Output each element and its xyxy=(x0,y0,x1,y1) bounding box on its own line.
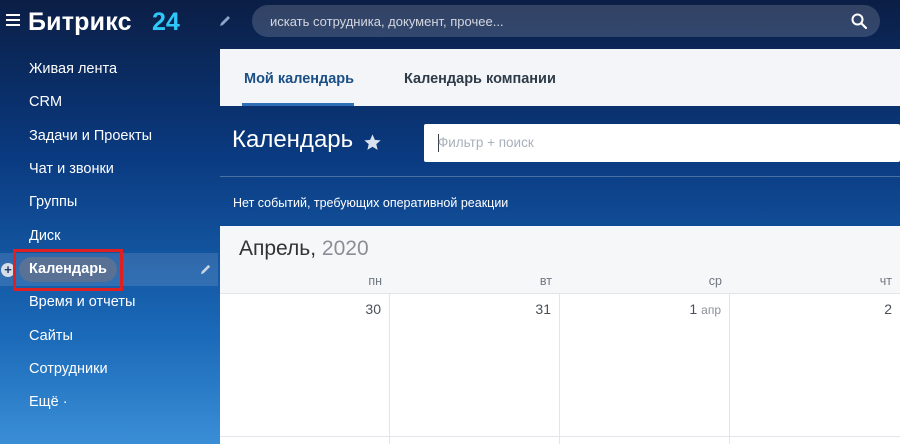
day-cell[interactable]: 30 xyxy=(220,294,390,444)
divider xyxy=(220,176,900,177)
tab-my-calendar[interactable]: Мой календарь xyxy=(244,71,354,87)
month-label: Апрель, 2020 xyxy=(239,237,369,261)
row-divider xyxy=(220,436,900,437)
search-input[interactable]: искать сотрудника, документ, прочее... xyxy=(252,5,880,37)
logo-text[interactable]: Битрикс xyxy=(28,8,132,37)
menu-icon[interactable] xyxy=(6,14,20,26)
active-tab-underline xyxy=(242,103,354,106)
sidebar-item-label: Чат и звонки xyxy=(29,161,114,177)
weekday-label: вт xyxy=(539,274,552,288)
sidebar-item-label: Ещё · xyxy=(29,394,68,410)
star-icon[interactable] xyxy=(363,133,382,152)
month-name: Апрель, xyxy=(239,237,317,260)
sidebar-item-chat[interactable]: Чат и звонки xyxy=(0,153,218,186)
weekday-header: пн вт ср чт xyxy=(220,266,900,294)
filter-search-input[interactable]: Фильтр + поиск xyxy=(424,124,900,162)
day-number: 2 xyxy=(884,301,892,317)
day-number: 30 xyxy=(365,301,381,317)
day-cell[interactable]: 1 апр xyxy=(560,294,730,444)
weekday-label: ср xyxy=(708,274,722,288)
day-cell[interactable]: 31 xyxy=(390,294,560,444)
page-title: Календарь xyxy=(232,126,354,153)
search-icon[interactable] xyxy=(850,12,868,30)
sidebar-item-label: CRM xyxy=(29,94,63,110)
tab-company-calendar[interactable]: Календарь компании xyxy=(404,71,556,87)
logo-number[interactable]: 24 xyxy=(152,8,180,37)
calendar-grid: Апрель, 2020 пн вт ср чт 30 31 1 апр 2 xyxy=(220,226,900,444)
no-events-message: Нет событий, требующих оперативной реакц… xyxy=(233,196,509,210)
day-month: апр xyxy=(701,303,721,317)
day-number: 1 апр xyxy=(689,301,721,317)
sidebar-item-label: Группы xyxy=(29,194,78,210)
sidebar-item-label: Задачи и Проекты xyxy=(29,128,153,144)
highlight-box xyxy=(13,249,123,291)
day-cell[interactable]: 2 xyxy=(730,294,900,444)
sidebar: Живая лента CRM Задачи и Проекты Чат и з… xyxy=(0,46,220,444)
search-placeholder: искать сотрудника, документ, прочее... xyxy=(270,14,504,29)
sidebar-item-groups[interactable]: Группы xyxy=(0,186,218,219)
day-number: 31 xyxy=(535,301,551,317)
sidebar-item-more[interactable]: Ещё · xyxy=(0,386,218,419)
weekday-label: чт xyxy=(879,274,892,288)
sidebar-item-label: Живая лента xyxy=(29,61,118,77)
pencil-icon[interactable] xyxy=(199,263,212,276)
sidebar-item-tasks[interactable]: Задачи и Проекты xyxy=(0,120,218,153)
calendar-tabs: Мой календарь Календарь компании xyxy=(220,49,900,106)
month-year: 2020 xyxy=(321,237,369,260)
sidebar-item-label: Время и отчеты xyxy=(29,294,136,310)
top-bar: Битрикс 24 искать сотрудника, документ, … xyxy=(0,0,900,46)
sidebar-item-employees[interactable]: Сотрудники xyxy=(0,353,218,386)
sidebar-item-crm[interactable]: CRM xyxy=(0,86,218,119)
sidebar-item-sites[interactable]: Сайты xyxy=(0,320,218,353)
filter-placeholder: Фильтр + поиск xyxy=(438,135,534,150)
sidebar-item-label: Сайты xyxy=(29,328,73,344)
sidebar-item-label: Сотрудники xyxy=(29,361,108,377)
pencil-icon[interactable] xyxy=(218,14,232,28)
sidebar-item-live-feed[interactable]: Живая лента xyxy=(0,53,218,86)
weekday-label: пн xyxy=(368,274,382,288)
sidebar-item-label: Диск xyxy=(29,228,61,244)
